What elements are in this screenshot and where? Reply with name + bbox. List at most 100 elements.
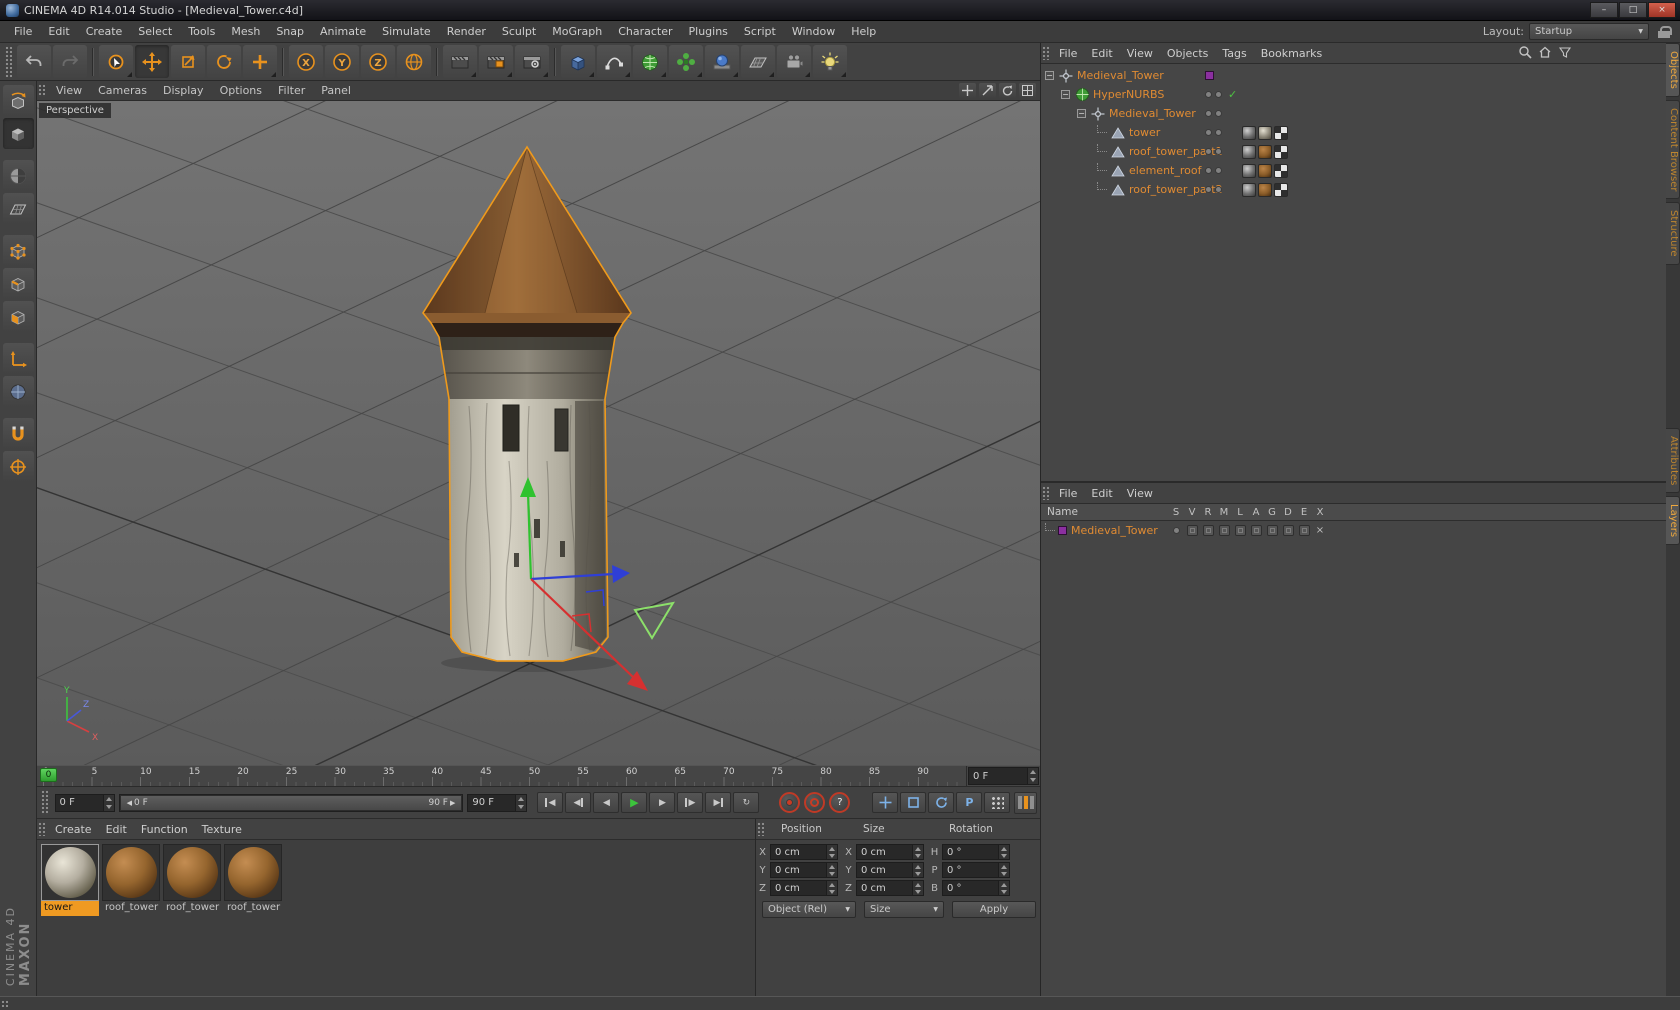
texture-tag[interactable] [1258,163,1272,178]
panel-grip[interactable] [5,46,12,77]
cube-primitive-button[interactable] [561,45,595,78]
coordinate-mode-dropdown[interactable]: Object (Rel) ▼ [762,901,856,918]
visibility-dot[interactable] [1205,186,1212,193]
expand-toggle[interactable]: − [1061,90,1070,99]
panel-grip[interactable] [41,790,48,815]
animation-toggle-icon[interactable] [1250,525,1262,536]
expand-toggle[interactable]: − [1045,71,1054,80]
menu-item[interactable]: Window [784,25,843,38]
generators-toggle-icon[interactable] [1266,525,1278,536]
coordinate-field[interactable]: 0 cm [770,880,838,896]
menu-item[interactable]: MoGraph [544,25,610,38]
tab-attributes[interactable]: Attributes [1666,427,1680,494]
texture-tag[interactable] [1258,125,1272,140]
material-item[interactable]: roof_tower [163,844,221,992]
material-item[interactable]: roof_tower [102,844,160,992]
texture-axis-mode-button[interactable] [2,376,34,407]
panel-grip[interactable] [757,822,764,836]
layer-column-header[interactable]: L [1232,507,1248,518]
frame-range-slider[interactable]: ◀ 0 F 90 F ▶ [118,793,464,812]
lock-y-axis-button[interactable]: Y [325,45,359,78]
viewport-menu-item[interactable]: Display [155,84,212,97]
object-name[interactable]: element_roof [1129,164,1201,177]
environment-button[interactable] [705,45,739,78]
layer-color-chip[interactable] [1205,71,1214,80]
coordinate-spinner[interactable] [826,845,837,859]
enable-check-icon[interactable]: ✓ [1228,85,1237,104]
toggle-view-icon[interactable] [1019,83,1036,98]
render-visibility-dot[interactable] [1215,186,1222,193]
key-rotation-toggle[interactable] [928,792,955,813]
coordinate-spinner[interactable] [998,863,1009,877]
menu-item[interactable]: Plugins [681,25,736,38]
panel-grip[interactable] [1,1000,8,1007]
open-timeline-button[interactable] [1014,791,1037,814]
size-mode-dropdown[interactable]: Size ▼ [864,901,944,918]
camera-button[interactable] [777,45,811,78]
subdivision-surface-button[interactable] [633,45,667,78]
solo-toggle-icon[interactable] [1172,527,1180,534]
scale-tool-button[interactable] [171,45,205,78]
render-settings-button[interactable] [515,45,549,78]
viewport-menu-item[interactable]: View [48,84,90,97]
modifier-button[interactable] [669,45,703,78]
uvw-tag[interactable] [1274,163,1288,178]
object-tree-row[interactable]: tower [1045,123,1667,142]
range-left-arrow-icon[interactable]: ◀ [125,799,134,807]
layer-column-header[interactable]: A [1248,507,1264,518]
visibility-dot[interactable] [1205,148,1212,155]
material-menu-item[interactable]: Function [134,823,195,836]
material-preview[interactable] [224,844,282,901]
layer-column-header[interactable]: R [1200,507,1216,518]
coordinate-spinner[interactable] [998,881,1009,895]
timeline-ruler[interactable]: 051015202530354045505560657075808590 0 [37,766,966,786]
menu-item[interactable]: Simulate [374,25,439,38]
keyframe-selection-toggle[interactable] [984,792,1011,813]
current-frame-field[interactable]: 0 F [968,767,1039,785]
menu-item[interactable]: Select [130,25,180,38]
goto-end-button[interactable]: ▶ [705,792,732,813]
visibility-dot[interactable] [1205,110,1212,117]
material-menu-item[interactable]: Edit [99,823,134,836]
menu-item[interactable]: Edit [40,25,77,38]
material-name[interactable]: roof_tower [224,901,282,916]
coordinate-system-button[interactable] [397,45,431,78]
menu-item[interactable]: Character [610,25,680,38]
points-mode-button[interactable] [2,235,34,266]
magnet-snap-button[interactable] [2,418,34,449]
frame-spinner[interactable] [1027,768,1038,784]
material-preview[interactable] [163,844,221,901]
object-name[interactable]: Medieval_Tower [1109,107,1196,120]
rotate-view-icon[interactable] [999,83,1016,98]
viewport-canvas[interactable]: Y Z X Perspective [37,101,1040,765]
floor-plane-button[interactable] [741,45,775,78]
coordinate-spinner[interactable] [998,845,1009,859]
light-button[interactable] [813,45,847,78]
render-visibility-dot[interactable] [1215,129,1222,136]
layer-manager-menu-item[interactable]: View [1120,487,1160,500]
texture-tag[interactable] [1258,144,1272,159]
tab-content-browser[interactable]: Content Browser [1666,99,1680,200]
render-visibility-dot[interactable] [1215,148,1222,155]
layer-column-header[interactable]: D [1280,507,1296,518]
layer-row[interactable]: Medieval_Tower × [1041,521,1667,540]
undo-button[interactable] [17,45,51,78]
lock-x-axis-button[interactable]: X [289,45,323,78]
uvw-tag[interactable] [1274,182,1288,197]
layer-column-header[interactable]: X [1312,507,1328,518]
menu-item[interactable]: Animate [312,25,374,38]
anim-start-field[interactable]: 0 F [54,793,115,812]
object-manager-menu-item[interactable]: Objects [1160,47,1216,60]
move-tool-button[interactable] [135,45,169,78]
coordinate-spinner[interactable] [826,863,837,877]
material-menu-item[interactable]: Create [48,823,99,836]
object-name[interactable]: HyperNURBS [1093,88,1164,101]
object-manager-menu-item[interactable]: Edit [1084,47,1119,60]
menu-item[interactable]: File [6,25,40,38]
play-button[interactable]: ▶ [621,792,648,813]
axis-mode-button[interactable] [2,343,34,374]
phong-tag[interactable] [1242,182,1256,197]
viewport-camera-label[interactable]: Perspective [39,103,111,118]
menu-item[interactable]: Tools [180,25,223,38]
range-right-arrow-icon[interactable]: ▶ [448,799,457,807]
